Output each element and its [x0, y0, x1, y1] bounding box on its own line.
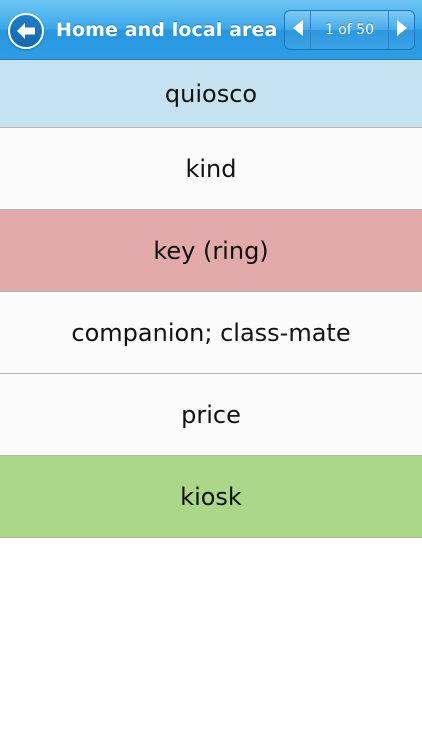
- page-title: Home and local area: [56, 19, 278, 41]
- page-indicator: 1 of 50: [324, 22, 375, 38]
- answer-label: price: [181, 400, 241, 429]
- pager: 1 of 50: [284, 10, 415, 50]
- back-arrow-icon: [15, 20, 37, 42]
- answer-label: key (ring): [153, 236, 269, 265]
- answer-label: quiosco: [164, 79, 258, 108]
- answer-row[interactable]: price: [0, 374, 422, 456]
- next-button[interactable]: [388, 11, 414, 49]
- answer-label: kind: [185, 154, 237, 183]
- answer-list: quiosco kind key (ring) companion; class…: [0, 60, 422, 538]
- answer-label: kiosk: [180, 482, 242, 511]
- nav-bar: Home and local area 1 of 50: [0, 0, 422, 60]
- quiz-screen: Home and local area 1 of 50 quiosco kind…: [0, 0, 422, 750]
- back-button[interactable]: [8, 13, 44, 49]
- answer-row[interactable]: quiosco: [0, 60, 422, 128]
- answer-row[interactable]: companion; class-mate: [0, 292, 422, 374]
- answer-row[interactable]: key (ring): [0, 210, 422, 292]
- answer-row[interactable]: kind: [0, 128, 422, 210]
- answer-row[interactable]: kiosk: [0, 456, 422, 538]
- previous-button[interactable]: [285, 11, 311, 49]
- answer-label: companion; class-mate: [71, 318, 351, 347]
- chevron-left-icon: [291, 19, 305, 41]
- chevron-right-icon: [395, 19, 409, 41]
